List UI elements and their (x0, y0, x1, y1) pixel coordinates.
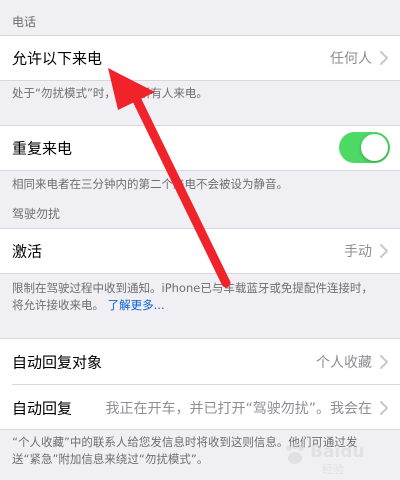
allow-calls-value: 任何人 (330, 51, 372, 67)
allow-calls-footer: 处于“勿扰模式”时，允许所有人来电。 (12, 86, 208, 100)
allow-calls-label: 允许以下来电 (12, 49, 103, 68)
watermark-brand: Baidu (310, 442, 365, 462)
repeated-calls-footer: 相同来电者在三分钟内的第二个来电不会被设为静音。 (12, 177, 288, 191)
auto-reply-label: 自动回复 (12, 399, 73, 418)
activate-footer: 限制在驾驶过程中收到通知。iPhone已与车载蓝牙或免提配件连接时，将允许接收来… (12, 280, 384, 314)
learn-more-link[interactable]: 了解更多... (108, 298, 165, 312)
watermark-sub: 经验 (322, 463, 344, 476)
auto-reply-message: 我正在开车，并已打开“驾驶勿扰”。我会在 (105, 401, 372, 417)
chevron-right-icon (380, 51, 388, 65)
repeated-calls-toggle[interactable] (339, 132, 390, 163)
chevron-right-icon (380, 244, 388, 258)
section-header-calls: 电话 (12, 15, 37, 29)
activate-label: 激活 (12, 242, 43, 261)
auto-reply-to-value: 个人收藏 (316, 355, 372, 371)
activate-value: 手动 (344, 244, 372, 260)
auto-reply-to-row[interactable]: 自动回复对象 个人收藏 (0, 339, 400, 385)
toggle-knob (361, 134, 388, 161)
activate-footer-text: 限制在驾驶过程中收到通知。iPhone已与车载蓝牙或免提配件连接时，将允许接收来… (12, 281, 373, 312)
auto-reply-to-label: 自动回复对象 (12, 353, 103, 372)
activate-row[interactable]: 激活 手动 (0, 228, 400, 274)
chevron-right-icon (380, 401, 388, 415)
auto-reply-row[interactable]: 自动回复 我正在开车，并已打开“驾驶勿扰”。我会在 (0, 385, 400, 431)
paw-icon (286, 443, 304, 464)
settings-page: 电话 允许以下来电 任何人 处于“勿扰模式”时，允许所有人来电。 重复来电 相同… (0, 0, 400, 480)
repeated-calls-row: 重复来电 (0, 125, 400, 171)
baidu-watermark: Baidu 经验 (282, 436, 392, 476)
allow-calls-row[interactable]: 允许以下来电 任何人 (0, 35, 400, 81)
section-header-driving: 驾驶勿扰 (12, 207, 61, 221)
auto-reply-group: 自动回复对象 个人收藏 自动回复 我正在开车，并已打开“驾驶勿扰”。我会在 (0, 338, 400, 430)
chevron-right-icon (380, 355, 388, 369)
repeated-calls-label: 重复来电 (12, 139, 73, 158)
